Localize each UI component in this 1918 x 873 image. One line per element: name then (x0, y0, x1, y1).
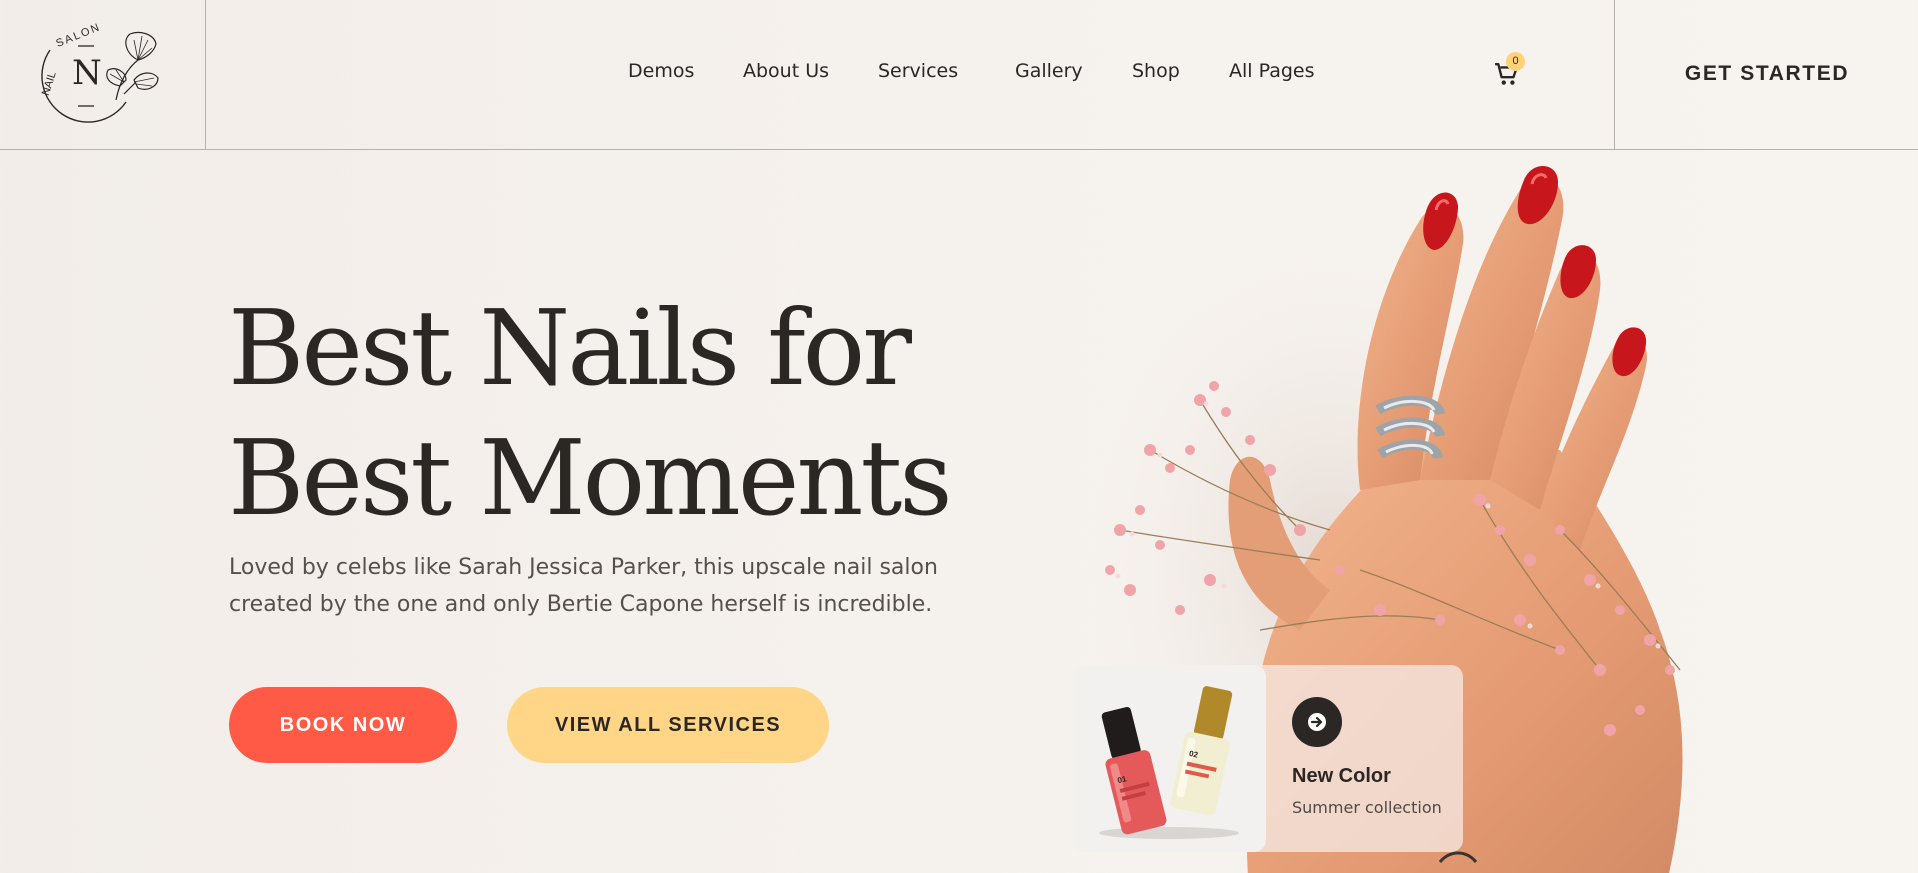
nail-polish-thumbnail: 01 02 (1073, 665, 1266, 852)
cta-cell: GET STARTED (1614, 0, 1918, 149)
site-header: NAIL SALON N Demos About Us Services Gal… (0, 0, 1918, 150)
view-all-services-button[interactable]: VIEW ALL SERVICES (507, 687, 829, 763)
nav-shop[interactable]: Shop (1132, 60, 1180, 82)
nav-services[interactable]: Services (878, 60, 958, 82)
card-title: New Color (1292, 765, 1391, 787)
nav-all-pages[interactable]: All Pages (1229, 60, 1315, 82)
logo-icon: NAIL SALON N (40, 21, 159, 123)
nav-demos[interactable]: Demos (628, 60, 694, 82)
hero-title-line-2: Best Moments (228, 417, 953, 539)
nav-about-us[interactable]: About Us (743, 60, 829, 82)
hero-title-line-1: Best Nails for (228, 287, 912, 409)
card-subtitle: Summer collection (1292, 798, 1442, 817)
logo[interactable]: NAIL SALON N (0, 0, 206, 149)
arrow-right-icon (1308, 713, 1326, 731)
new-color-arrow-button[interactable] (1292, 697, 1342, 747)
cart-button[interactable]: 0 (1494, 52, 1525, 88)
cart-count-badge: 0 (1506, 52, 1525, 71)
nail-polish-bottles-image: 01 02 (1099, 686, 1239, 839)
nav-gallery[interactable]: Gallery (1015, 60, 1083, 82)
get-started-button[interactable]: GET STARTED (1615, 62, 1918, 86)
new-color-card[interactable]: 01 02 New Color Summer collection (1073, 665, 1463, 852)
svg-text:N: N (72, 53, 102, 93)
hero-description: Loved by celebs like Sarah Jessica Parke… (229, 555, 938, 617)
hero-title: Best Nails for Best Moments (228, 283, 953, 543)
svg-text:NAIL: NAIL (40, 70, 59, 97)
book-now-button[interactable]: BOOK NOW (229, 687, 457, 763)
